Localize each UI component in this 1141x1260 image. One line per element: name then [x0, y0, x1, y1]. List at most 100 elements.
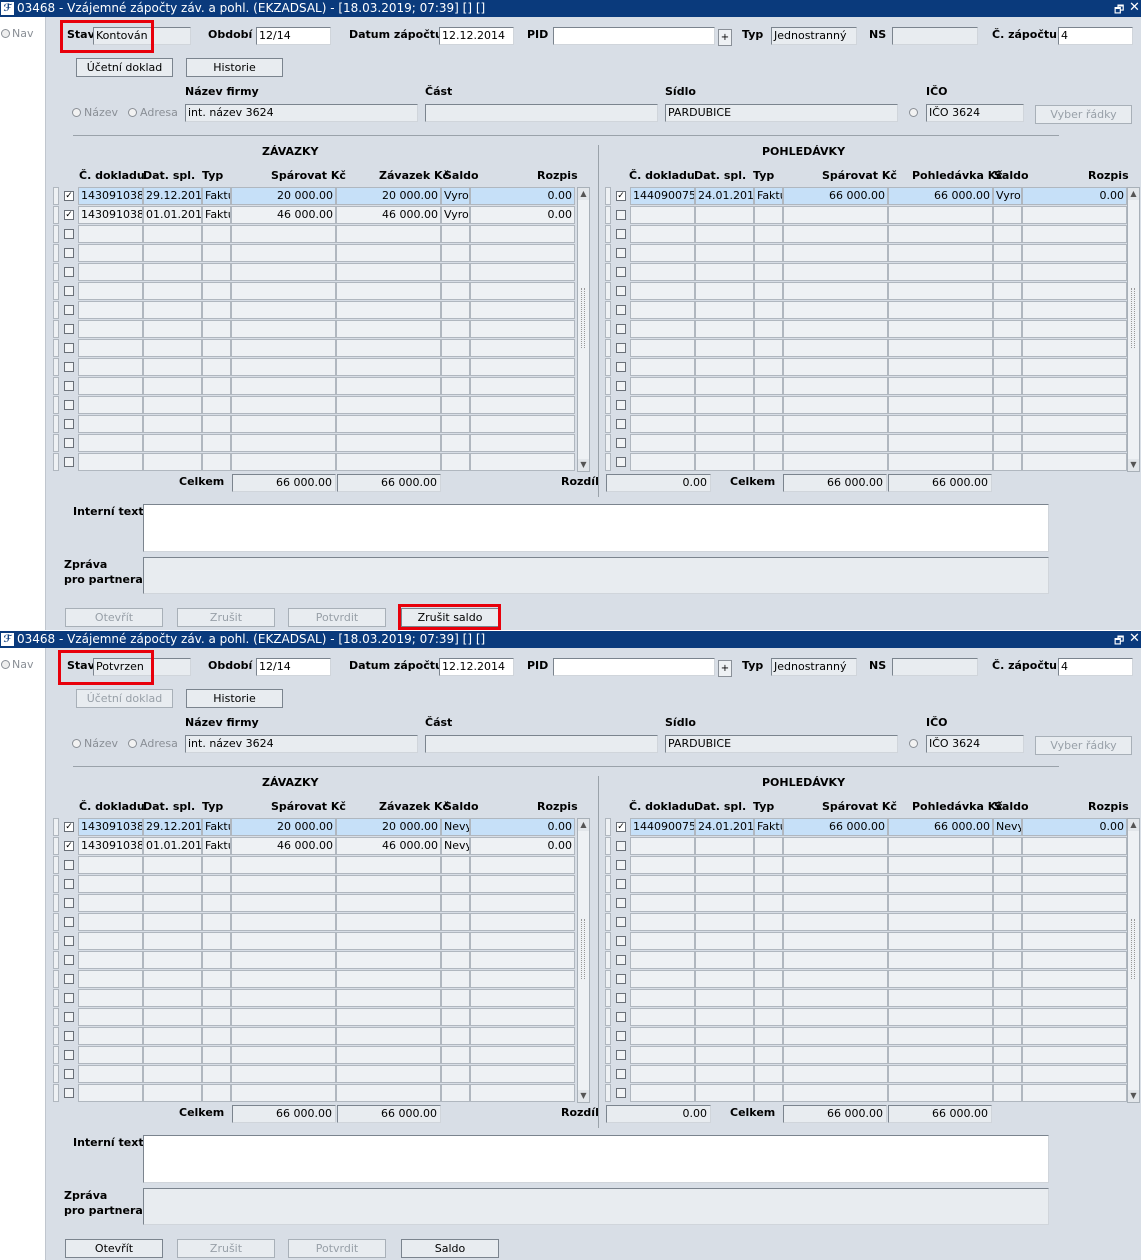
- cell-typ[interactable]: [202, 377, 231, 395]
- cell-rozpis[interactable]: [1022, 894, 1127, 912]
- cell-sparovat[interactable]: [231, 434, 336, 452]
- cell-typ[interactable]: Faktu: [202, 206, 231, 224]
- cell-typ[interactable]: [754, 434, 783, 452]
- cell-typ[interactable]: [202, 1008, 231, 1026]
- row-checkbox[interactable]: [616, 210, 626, 220]
- cell-sparovat[interactable]: 66 000.00: [783, 187, 888, 205]
- cell-doklad[interactable]: [78, 1046, 143, 1064]
- cell-saldo[interactable]: [441, 894, 470, 912]
- cell-rozpis[interactable]: [1022, 396, 1127, 414]
- cell-castka[interactable]: [336, 913, 441, 931]
- cell-rozpis[interactable]: [470, 415, 575, 433]
- cell-castka[interactable]: [888, 225, 993, 243]
- cell-castka[interactable]: [336, 1008, 441, 1026]
- cell-typ[interactable]: [754, 225, 783, 243]
- cell-castka[interactable]: [888, 282, 993, 300]
- cell-doklad[interactable]: [78, 1027, 143, 1045]
- row-checkbox[interactable]: [616, 400, 626, 410]
- cell-doklad[interactable]: [78, 1065, 143, 1083]
- cell-doklad[interactable]: [78, 434, 143, 452]
- cell-rozpis[interactable]: [470, 951, 575, 969]
- row-checkbox[interactable]: [616, 1031, 626, 1041]
- cell-typ[interactable]: [202, 415, 231, 433]
- cell-typ[interactable]: [754, 263, 783, 281]
- cell-doklad[interactable]: [78, 970, 143, 988]
- cell-castka[interactable]: [336, 320, 441, 338]
- cell-saldo[interactable]: Vyro: [993, 187, 1022, 205]
- cell-doklad[interactable]: [630, 263, 695, 281]
- cell-doklad[interactable]: [78, 1084, 143, 1102]
- cell-rozpis[interactable]: [1022, 301, 1127, 319]
- cell-castka[interactable]: [888, 415, 993, 433]
- cell-doklad[interactable]: 1440900758: [630, 818, 695, 836]
- cell-sparovat[interactable]: [783, 206, 888, 224]
- cell-typ[interactable]: [202, 894, 231, 912]
- row-checkbox[interactable]: [64, 917, 74, 927]
- cell-sparovat[interactable]: [231, 453, 336, 471]
- cell-castka[interactable]: [336, 875, 441, 893]
- cell-rozpis[interactable]: [470, 1008, 575, 1026]
- cell-rozpis[interactable]: [1022, 282, 1127, 300]
- cell-dat[interactable]: [695, 301, 754, 319]
- row-indicator[interactable]: [605, 453, 611, 471]
- row-indicator[interactable]: [53, 818, 59, 836]
- row-indicator[interactable]: [605, 301, 611, 319]
- cell-dat[interactable]: [143, 1084, 202, 1102]
- row-checkbox[interactable]: [64, 936, 74, 946]
- cell-dat[interactable]: 01.01.2015: [143, 206, 202, 224]
- cell-typ[interactable]: [754, 320, 783, 338]
- cell-dat[interactable]: [695, 225, 754, 243]
- cell-typ[interactable]: [754, 1065, 783, 1083]
- cell-saldo[interactable]: [993, 1027, 1022, 1045]
- ucetni-doklad-button[interactable]: Účetní doklad: [76, 689, 173, 708]
- row-indicator[interactable]: [605, 989, 611, 1007]
- cell-typ[interactable]: [202, 396, 231, 414]
- cell-typ[interactable]: [754, 453, 783, 471]
- cell-rozpis[interactable]: [470, 320, 575, 338]
- row-checkbox[interactable]: ✓: [64, 191, 74, 201]
- row-indicator[interactable]: [53, 1065, 59, 1083]
- cell-doklad[interactable]: [630, 913, 695, 931]
- radio-adresa[interactable]: Adresa: [128, 737, 178, 750]
- cell-castka[interactable]: [888, 1046, 993, 1064]
- cell-sparovat[interactable]: [783, 1008, 888, 1026]
- pid-field[interactable]: [553, 658, 715, 676]
- row-checkbox[interactable]: [64, 879, 74, 889]
- cell-sparovat[interactable]: [231, 1046, 336, 1064]
- cell-sparovat[interactable]: [783, 894, 888, 912]
- row-checkbox[interactable]: [616, 860, 626, 870]
- zrusit-button[interactable]: Zrušit: [177, 608, 275, 627]
- row-checkbox[interactable]: [64, 324, 74, 334]
- cell-saldo[interactable]: [441, 301, 470, 319]
- row-indicator[interactable]: [53, 1046, 59, 1064]
- row-indicator[interactable]: [53, 970, 59, 988]
- cell-dat[interactable]: [143, 396, 202, 414]
- radio-adresa[interactable]: Adresa: [128, 106, 178, 119]
- zrusit-button[interactable]: Zrušit: [177, 1239, 275, 1258]
- row-checkbox[interactable]: ✓: [616, 822, 626, 832]
- cell-typ[interactable]: [754, 894, 783, 912]
- cell-typ[interactable]: [202, 320, 231, 338]
- cell-dat[interactable]: [695, 1008, 754, 1026]
- cell-saldo[interactable]: [993, 856, 1022, 874]
- row-checkbox[interactable]: [64, 381, 74, 391]
- cell-rozpis[interactable]: [470, 377, 575, 395]
- cell-dat[interactable]: [143, 970, 202, 988]
- cell-saldo[interactable]: [993, 301, 1022, 319]
- cell-saldo[interactable]: [441, 1027, 470, 1045]
- cell-castka[interactable]: 66 000.00: [888, 818, 993, 836]
- cell-dat[interactable]: [143, 856, 202, 874]
- cell-doklad[interactable]: [630, 453, 695, 471]
- scroll-down-icon[interactable]: ▼: [1128, 1090, 1139, 1102]
- cell-saldo[interactable]: [441, 244, 470, 262]
- cell-rozpis[interactable]: [1022, 263, 1127, 281]
- cell-dat[interactable]: [143, 225, 202, 243]
- scroll-down-icon[interactable]: ▼: [1128, 459, 1139, 471]
- cell-rozpis[interactable]: [1022, 1008, 1127, 1026]
- row-checkbox[interactable]: [64, 955, 74, 965]
- row-checkbox[interactable]: [616, 1012, 626, 1022]
- cell-saldo[interactable]: [993, 282, 1022, 300]
- row-indicator[interactable]: [605, 282, 611, 300]
- cell-typ[interactable]: [202, 263, 231, 281]
- cell-doklad[interactable]: [630, 377, 695, 395]
